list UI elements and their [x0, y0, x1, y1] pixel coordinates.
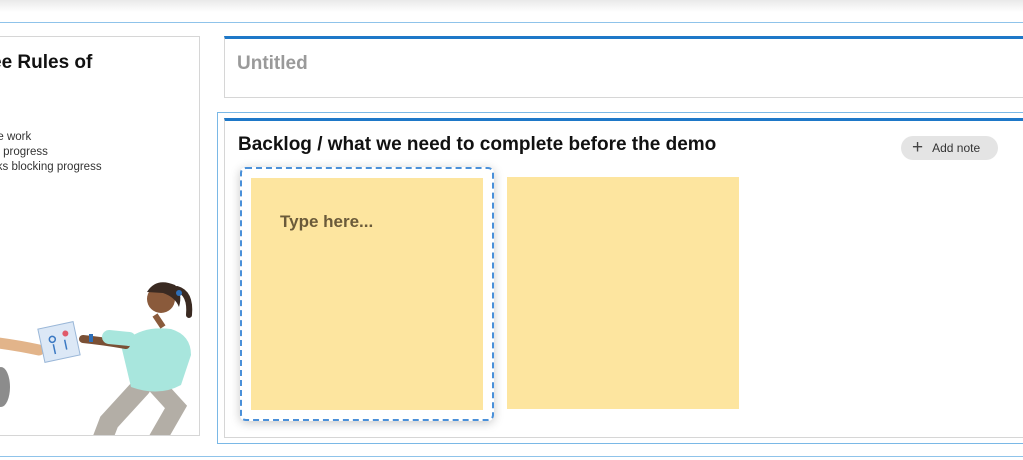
sticky-note[interactable] [507, 177, 739, 409]
sticky-note-text[interactable]: Type here... [280, 212, 373, 232]
rules-list: he work in progress sks blocking progres… [0, 130, 102, 175]
teamwork-illustration [0, 282, 193, 435]
rules-line: sks blocking progress [0, 161, 102, 173]
toolbar-shadow [0, 0, 1023, 12]
add-note-label: Add note [932, 141, 981, 155]
rules-title: ee Rules of [0, 52, 93, 73]
rules-line: in progress [0, 146, 48, 158]
rules-line: he work [0, 131, 32, 143]
sticky-note[interactable]: Type here... [251, 178, 483, 410]
section-title[interactable]: Untitled [237, 53, 308, 75]
add-note-button[interactable]: + Add note [901, 136, 998, 160]
plus-icon: + [912, 137, 924, 158]
untitled-section-card[interactable]: Untitled [224, 36, 1023, 98]
rules-card[interactable]: ee Rules of he work in progress sks bloc… [0, 36, 200, 436]
section-title[interactable]: Backlog / what we need to complete befor… [238, 134, 716, 156]
